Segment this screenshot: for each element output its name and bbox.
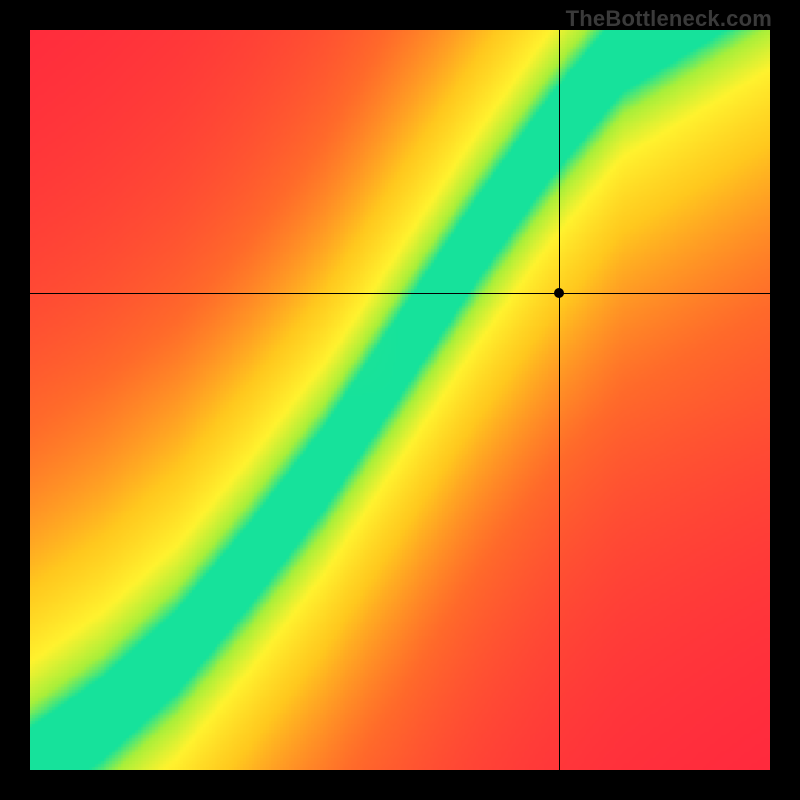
data-point-marker — [554, 288, 564, 298]
heatmap-canvas — [30, 30, 770, 770]
crosshair-horizontal — [30, 293, 770, 294]
plot-area — [30, 30, 770, 770]
chart-frame: TheBottleneck.com — [0, 0, 800, 800]
crosshair-vertical — [559, 30, 560, 770]
watermark-text: TheBottleneck.com — [566, 6, 772, 32]
